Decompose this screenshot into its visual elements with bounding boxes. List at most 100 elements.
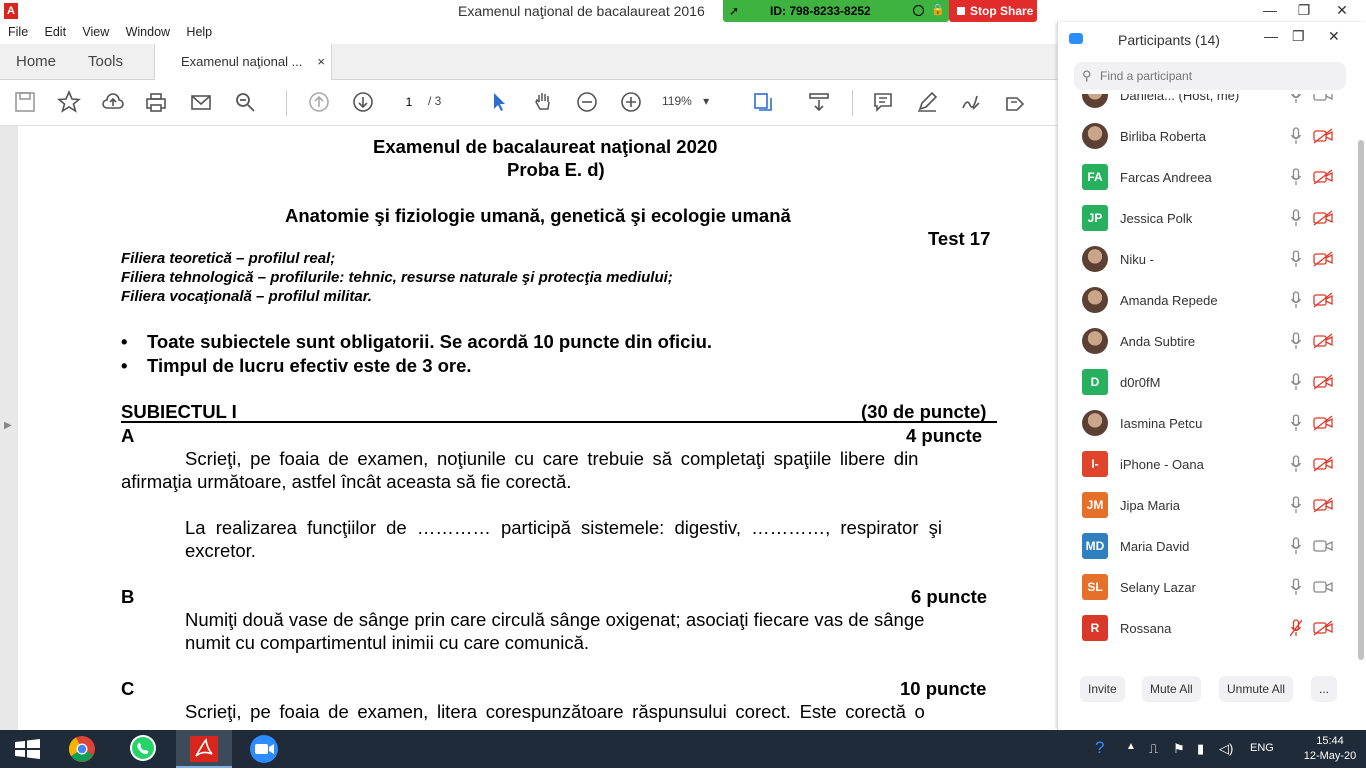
participant-search[interactable]: ⚲ <box>1074 62 1346 90</box>
participant-row[interactable]: FA Farcas Andreea <box>1058 156 1354 196</box>
acrobat-icon[interactable] <box>176 730 232 768</box>
video-camera-off-icon[interactable] <box>1313 169 1333 185</box>
participant-row[interactable]: MD Maria David <box>1058 525 1354 565</box>
microphone-icon[interactable] <box>1290 209 1302 227</box>
zoom-taskbar-icon[interactable] <box>236 730 292 768</box>
participant-search-input[interactable] <box>1100 67 1340 85</box>
microphone-icon[interactable] <box>1290 578 1302 596</box>
microphone-icon[interactable] <box>1290 414 1302 432</box>
microphone-icon[interactable] <box>1290 168 1302 186</box>
tab-home[interactable]: Home <box>16 44 56 80</box>
scroll-mode-icon[interactable] <box>806 90 832 116</box>
participant-row[interactable]: Niku - <box>1058 238 1354 278</box>
video-camera-off-icon[interactable] <box>1313 374 1333 390</box>
zoom-level-select[interactable]: 119% ▾ <box>662 94 709 108</box>
more-tools-icon[interactable] <box>1002 90 1028 116</box>
search-icon[interactable] <box>232 90 258 116</box>
video-camera-off-icon[interactable] <box>1313 456 1333 472</box>
participant-row[interactable]: JP Jessica Polk <box>1058 197 1354 237</box>
video-camera-off-icon[interactable] <box>1313 620 1333 636</box>
flag-icon[interactable]: ⚑ <box>1173 741 1185 757</box>
close-tab-icon[interactable]: × <box>317 44 325 80</box>
participant-row[interactable]: I-iPhone - Oana <box>1058 443 1354 483</box>
menu-view[interactable]: View <box>74 22 114 39</box>
video-camera-off-icon[interactable] <box>1313 333 1333 349</box>
menu-help[interactable]: Help <box>178 22 217 39</box>
video-camera-off-icon[interactable] <box>1313 210 1333 226</box>
microphone-icon[interactable] <box>1290 332 1302 350</box>
document-page[interactable]: Examenul de bacalaureat naţional 2020 Pr… <box>18 126 1058 730</box>
close-button[interactable]: ✕ <box>1332 2 1352 19</box>
tab-document[interactable]: Examenul naţional ... × <box>154 44 332 81</box>
minimize-button[interactable]: — <box>1260 2 1280 18</box>
menu-file[interactable]: File <box>0 22 33 39</box>
language-indicator[interactable]: ENG <box>1250 742 1274 754</box>
page-down-icon[interactable] <box>350 90 376 116</box>
participant-row[interactable]: Dd0r0fM <box>1058 361 1354 401</box>
video-camera-off-icon[interactable] <box>1313 497 1333 513</box>
stop-share-button[interactable]: Stop Share <box>949 0 1037 22</box>
fit-page-icon[interactable] <box>750 90 776 116</box>
participant-row[interactable]: Amanda Repede <box>1058 279 1354 319</box>
panel-minimize-button[interactable]: — <box>1264 28 1278 44</box>
microphone-icon[interactable] <box>1290 291 1302 309</box>
microphone-icon[interactable] <box>1290 373 1302 391</box>
participant-row[interactable]: R Rossana <box>1058 607 1354 647</box>
video-camera-off-icon[interactable] <box>1313 415 1333 431</box>
mute-all-button[interactable]: Mute All <box>1142 676 1201 702</box>
network-icon[interactable]: ⎍ <box>1149 741 1158 757</box>
panel-close-button[interactable]: ✕ <box>1328 28 1340 45</box>
upload-icon[interactable] <box>100 90 126 116</box>
page-up-icon[interactable] <box>306 90 332 116</box>
star-icon[interactable] <box>56 89 82 116</box>
panel-restore-button[interactable]: ❐ <box>1292 28 1305 45</box>
participant-row[interactable]: Anda Subtire <box>1058 320 1354 360</box>
video-camera-off-icon[interactable] <box>1313 251 1333 267</box>
video-camera-off-icon[interactable] <box>1313 292 1333 308</box>
menu-window[interactable]: Window <box>118 22 175 39</box>
participant-row[interactable]: Daniela... (Host, me) <box>1058 94 1354 114</box>
video-camera-off-icon[interactable] <box>1313 128 1333 144</box>
pen-icon[interactable] <box>914 90 940 116</box>
windows-start-icon[interactable] <box>0 730 56 768</box>
microphone-muted-icon[interactable] <box>1289 619 1303 637</box>
participant-row[interactable]: Iasmina Petcu <box>1058 402 1354 442</box>
battery-icon[interactable]: ▮ <box>1197 741 1204 757</box>
page-number-input[interactable] <box>396 92 422 112</box>
whatsapp-icon[interactable] <box>116 730 172 768</box>
select-cursor-icon[interactable] <box>486 90 512 116</box>
video-camera-icon[interactable] <box>1313 538 1333 554</box>
video-camera-icon[interactable] <box>1313 579 1333 595</box>
more-button[interactable]: ... <box>1311 676 1338 702</box>
zoom-out-icon[interactable] <box>574 90 600 116</box>
unmute-all-button[interactable]: Unmute All <box>1219 676 1294 702</box>
microphone-icon[interactable] <box>1290 537 1302 555</box>
chrome-icon[interactable] <box>56 730 112 768</box>
restore-button[interactable]: ❐ <box>1294 2 1314 19</box>
help-icon[interactable]: ? <box>1095 738 1104 758</box>
volume-icon[interactable]: ◁) <box>1219 741 1233 757</box>
video-camera-icon[interactable] <box>1313 94 1333 103</box>
microphone-icon[interactable] <box>1290 496 1302 514</box>
comment-icon[interactable] <box>870 90 896 116</box>
invite-button[interactable]: Invite <box>1080 676 1125 702</box>
scrollbar-thumb[interactable] <box>1358 140 1364 660</box>
microphone-icon[interactable] <box>1290 94 1302 104</box>
save-icon[interactable] <box>12 90 38 116</box>
participant-row[interactable]: JM Jipa Maria <box>1058 484 1354 524</box>
tab-tools[interactable]: Tools <box>88 44 123 80</box>
mail-icon[interactable] <box>188 90 214 116</box>
sign-icon[interactable] <box>958 90 984 116</box>
participant-row[interactable]: SL Selany Lazar <box>1058 566 1354 606</box>
clock[interactable]: 15:44 12-May-20 <box>1300 734 1360 764</box>
hand-icon[interactable] <box>530 90 556 116</box>
microphone-icon[interactable] <box>1290 455 1302 473</box>
zoom-in-icon[interactable] <box>618 90 644 116</box>
microphone-icon[interactable] <box>1290 127 1302 145</box>
chevron-up-icon[interactable]: ▲ <box>1126 741 1136 752</box>
microphone-icon[interactable] <box>1290 250 1302 268</box>
menu-edit[interactable]: Edit <box>37 22 72 39</box>
expand-panel-icon[interactable]: ▶ <box>4 420 12 431</box>
print-icon[interactable] <box>143 90 169 116</box>
participant-row[interactable]: Birliba Roberta <box>1058 115 1354 155</box>
